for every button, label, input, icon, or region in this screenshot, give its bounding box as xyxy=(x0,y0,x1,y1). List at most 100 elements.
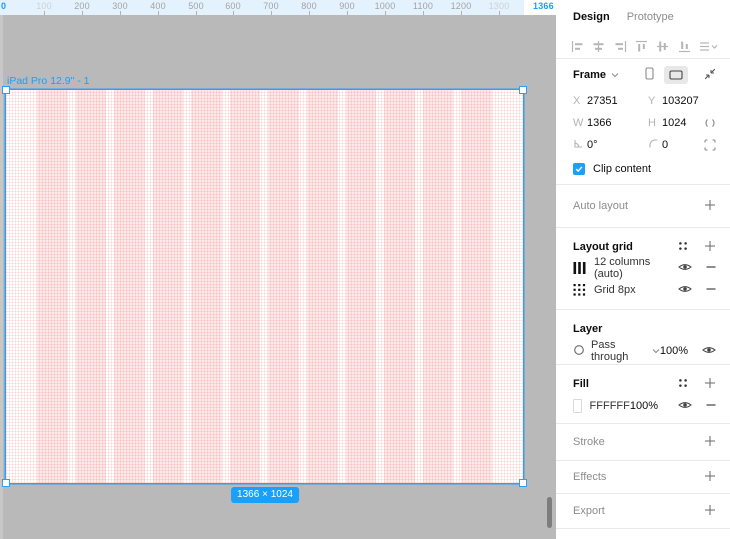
height-input[interactable]: 1024 xyxy=(662,117,686,129)
layer-section: Layer Pass through 100% xyxy=(556,310,730,365)
selection-handle-bottom-right[interactable] xyxy=(519,479,527,487)
ruler-tick-label: 200 xyxy=(74,1,90,11)
ruler-tick xyxy=(309,11,310,15)
ruler-tick xyxy=(271,11,272,15)
frame-section: Frame X 27351 Y 103207 W 1366 H 1024 0° 0 Cl… xyxy=(556,59,730,185)
ruler-tick xyxy=(82,11,83,15)
panel-tabs: Design Prototype xyxy=(556,0,730,34)
grid-column xyxy=(307,90,338,483)
width-input[interactable]: 1366 xyxy=(587,117,611,129)
rotation-input[interactable]: 0° xyxy=(587,139,598,151)
ruler-tick xyxy=(44,11,45,15)
y-input[interactable]: 103207 xyxy=(662,95,699,107)
canvas[interactable]: 0 100 200 300 400 500 600 700 800 900 10… xyxy=(0,0,556,539)
add-layout-grid-icon[interactable] xyxy=(704,240,716,255)
ruler-origin-label: 0 xyxy=(1,1,7,11)
ruler-tick xyxy=(196,11,197,15)
ruler-tick-label: 400 xyxy=(150,1,166,11)
constrain-proportions-icon[interactable] xyxy=(704,117,716,129)
ruler-tick xyxy=(385,11,386,15)
layout-grid-section: Layout grid 12 columns (auto) Grid 8px xyxy=(556,228,730,310)
corner-radius-input[interactable]: 0 xyxy=(662,139,668,151)
frame-name-label[interactable]: iPad Pro 12.9" - 1 xyxy=(7,75,90,87)
blend-mode-icon xyxy=(573,344,585,359)
columns-grid-icon xyxy=(573,262,586,274)
clip-content-checkbox[interactable] xyxy=(573,163,585,175)
align-bottom-icon[interactable] xyxy=(678,40,691,53)
blend-mode-select[interactable]: Pass through xyxy=(591,339,647,363)
grid-styles-icon[interactable] xyxy=(677,240,689,255)
corner-radius-icon xyxy=(648,138,662,152)
canvas-vertical-scrollbar[interactable] xyxy=(547,497,552,528)
ruler-tick-label: 300 xyxy=(112,1,128,11)
remove-grid-icon[interactable] xyxy=(706,284,716,297)
grid-column xyxy=(152,90,184,483)
grid-column xyxy=(345,90,377,483)
visibility-eye-icon[interactable] xyxy=(702,345,716,358)
alignment-toolbar xyxy=(556,34,730,59)
chevron-down-icon[interactable] xyxy=(652,345,660,357)
layout-grid-row-columns[interactable]: 12 columns (auto) xyxy=(573,256,716,280)
fill-row: FFFFFF 100% xyxy=(573,394,716,418)
visibility-eye-icon[interactable] xyxy=(678,400,692,413)
auto-layout-title: Auto layout xyxy=(573,200,629,212)
fill-styles-icon[interactable] xyxy=(677,377,689,392)
layout-grid-title: Layout grid xyxy=(573,241,633,253)
layout-grid-row-grid8[interactable]: Grid 8px xyxy=(573,279,716,301)
grid-column xyxy=(37,90,68,483)
add-effect-icon[interactable] xyxy=(704,470,716,485)
visibility-eye-icon[interactable] xyxy=(678,284,692,297)
x-label: X xyxy=(573,95,581,107)
remove-fill-icon[interactable] xyxy=(706,400,716,413)
orientation-portrait-icon[interactable] xyxy=(645,67,654,83)
fill-color-swatch[interactable] xyxy=(573,399,582,413)
column-grid-overlay xyxy=(6,90,523,483)
ruler-tick xyxy=(158,11,159,15)
properties-panel: Design Prototype Frame X 27351 Y 103207 W1… xyxy=(556,0,730,539)
ruler-tick-label: 700 xyxy=(263,1,279,11)
selection-size-badge: 1366 × 1024 xyxy=(231,487,299,503)
align-right-icon[interactable] xyxy=(614,40,627,53)
grid-column xyxy=(384,90,415,483)
selection-handle-top-left[interactable] xyxy=(2,86,10,94)
align-horizontal-center-icon[interactable] xyxy=(592,40,605,53)
tab-prototype[interactable]: Prototype xyxy=(627,11,674,23)
ruler-tick-label: 800 xyxy=(301,1,317,11)
ruler-tick-label: 1000 xyxy=(374,1,396,11)
square-grid-icon xyxy=(573,284,586,296)
remove-grid-icon[interactable] xyxy=(706,262,716,275)
selection-handle-top-right[interactable] xyxy=(519,86,527,94)
ruler-tick xyxy=(233,11,234,15)
orientation-landscape-icon[interactable] xyxy=(664,66,688,84)
add-auto-layout-icon[interactable] xyxy=(704,199,716,214)
add-export-icon[interactable] xyxy=(704,504,716,519)
selection-handle-bottom-left[interactable] xyxy=(2,479,10,487)
frame-type-label[interactable]: Frame xyxy=(573,69,606,81)
ruler-tick-label: 600 xyxy=(225,1,241,11)
visibility-eye-icon[interactable] xyxy=(678,262,692,275)
ruler-tick-label: 1200 xyxy=(450,1,472,11)
align-vertical-center-icon[interactable] xyxy=(656,40,669,53)
fill-hex-input[interactable]: FFFFFF xyxy=(590,400,630,412)
add-stroke-icon[interactable] xyxy=(704,435,716,450)
tab-design[interactable]: Design xyxy=(573,11,610,23)
ipad-frame[interactable] xyxy=(6,90,523,483)
chevron-down-icon[interactable] xyxy=(611,69,619,81)
width-label: W xyxy=(573,117,584,129)
tidy-up-dropdown-icon[interactable] xyxy=(699,40,718,53)
ruler-tick-label: 900 xyxy=(339,1,355,11)
grid-column xyxy=(229,90,261,483)
add-fill-icon[interactable] xyxy=(704,377,716,392)
x-input[interactable]: 27351 xyxy=(587,95,618,107)
horizontal-ruler: 0 100 200 300 400 500 600 700 800 900 10… xyxy=(0,0,556,15)
grid-column xyxy=(114,90,145,483)
layout-grid-row-label: Grid 8px xyxy=(594,284,636,296)
align-left-icon[interactable] xyxy=(571,40,584,53)
grid-column xyxy=(422,90,454,483)
fill-opacity-input[interactable]: 100% xyxy=(630,400,658,412)
layer-opacity-input[interactable]: 100% xyxy=(660,345,688,357)
fill-title: Fill xyxy=(573,378,589,390)
align-top-icon[interactable] xyxy=(635,40,648,53)
resize-to-fit-icon[interactable] xyxy=(704,68,716,83)
independent-corners-icon[interactable] xyxy=(704,139,716,151)
